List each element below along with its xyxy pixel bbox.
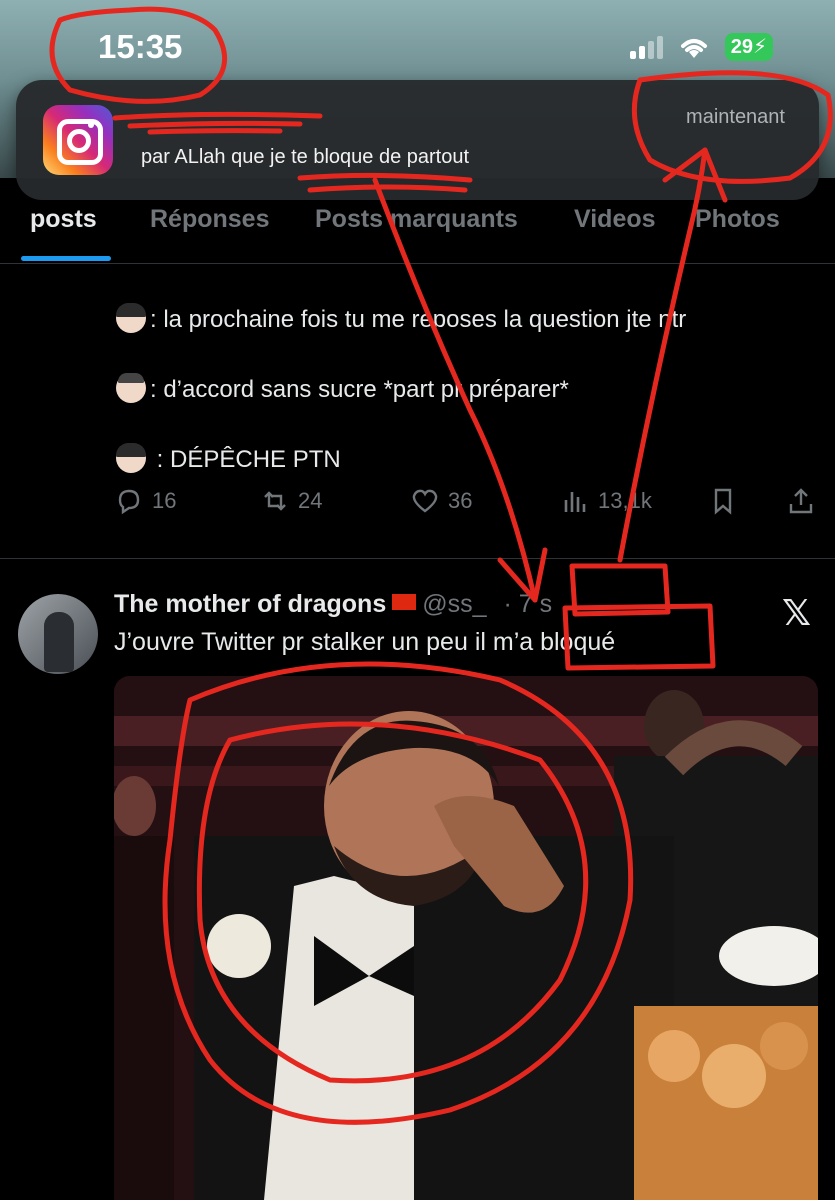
reply-icon [118,489,140,515]
views-icon [564,492,586,512]
status-icons: 29⚡ [629,33,773,61]
china-flag-icon [392,594,417,610]
tweet-author-line: The mother of dragons @ss_ · 7 s [114,590,552,619]
status-time: 15:35 [98,28,183,65]
tweet-time: · 7 s [503,590,553,618]
repost-icon [264,491,286,511]
tab-replies[interactable]: Réponses [150,205,269,234]
notification-time: maintenant [686,106,785,128]
bookmark-icon [714,488,732,515]
post-line: : d’accord sans sucre *part pr préparer* [116,373,569,404]
reply-button[interactable]: 16 [114,486,176,516]
author-name[interactable]: The mother of dragons [114,590,386,618]
media-image [114,676,818,1200]
tab-highlights[interactable]: Posts marquants [315,205,518,234]
woman-emoji-icon [116,303,146,333]
repost-count: 24 [298,488,323,513]
share-button[interactable] [786,486,816,516]
notification-banner[interactable]: maintenant par ALlah que je te bloque de… [16,80,819,200]
heart-icon [412,489,438,513]
tab-photos[interactable]: Photos [695,205,780,234]
post-actions: 16 24 36 13,1k [114,486,814,526]
like-count: 36 [448,488,473,513]
x-logo-icon: 𝕏 [782,592,812,633]
notification-message: par ALlah que je te bloque de partout [141,146,470,168]
time-box [569,563,671,617]
woman-emoji-icon [116,443,146,473]
signal-icon [629,35,663,59]
post-line: : DÉPÊCHE PTN [116,443,341,474]
bookmark-button[interactable] [708,486,738,516]
tab-videos[interactable]: Videos [574,205,656,234]
tab-posts[interactable]: posts [30,205,97,234]
repost-button[interactable]: 24 [260,486,322,516]
active-tab-indicator [21,256,111,261]
post-divider [0,558,835,559]
profile-tabs: posts Réponses Posts marquants Videos Ph… [0,195,835,264]
tweet-media[interactable] [114,676,818,1200]
tweet-text: J’ouvre Twitter pr stalker un peu il m’a… [114,628,616,656]
man-emoji-icon [116,373,146,403]
reply-count: 16 [152,488,177,513]
like-button[interactable]: 36 [410,486,472,516]
post-line: : la prochaine fois tu me reposes la que… [116,303,686,334]
avatar[interactable] [18,594,98,674]
views-count: 13,1k [598,488,652,513]
share-icon [789,488,813,514]
battery-indicator: 29⚡ [724,33,773,61]
instagram-icon [43,105,113,175]
wifi-icon [680,39,707,58]
author-handle[interactable]: @ss_ [422,590,486,618]
views-button[interactable]: 13,1k [560,486,652,516]
